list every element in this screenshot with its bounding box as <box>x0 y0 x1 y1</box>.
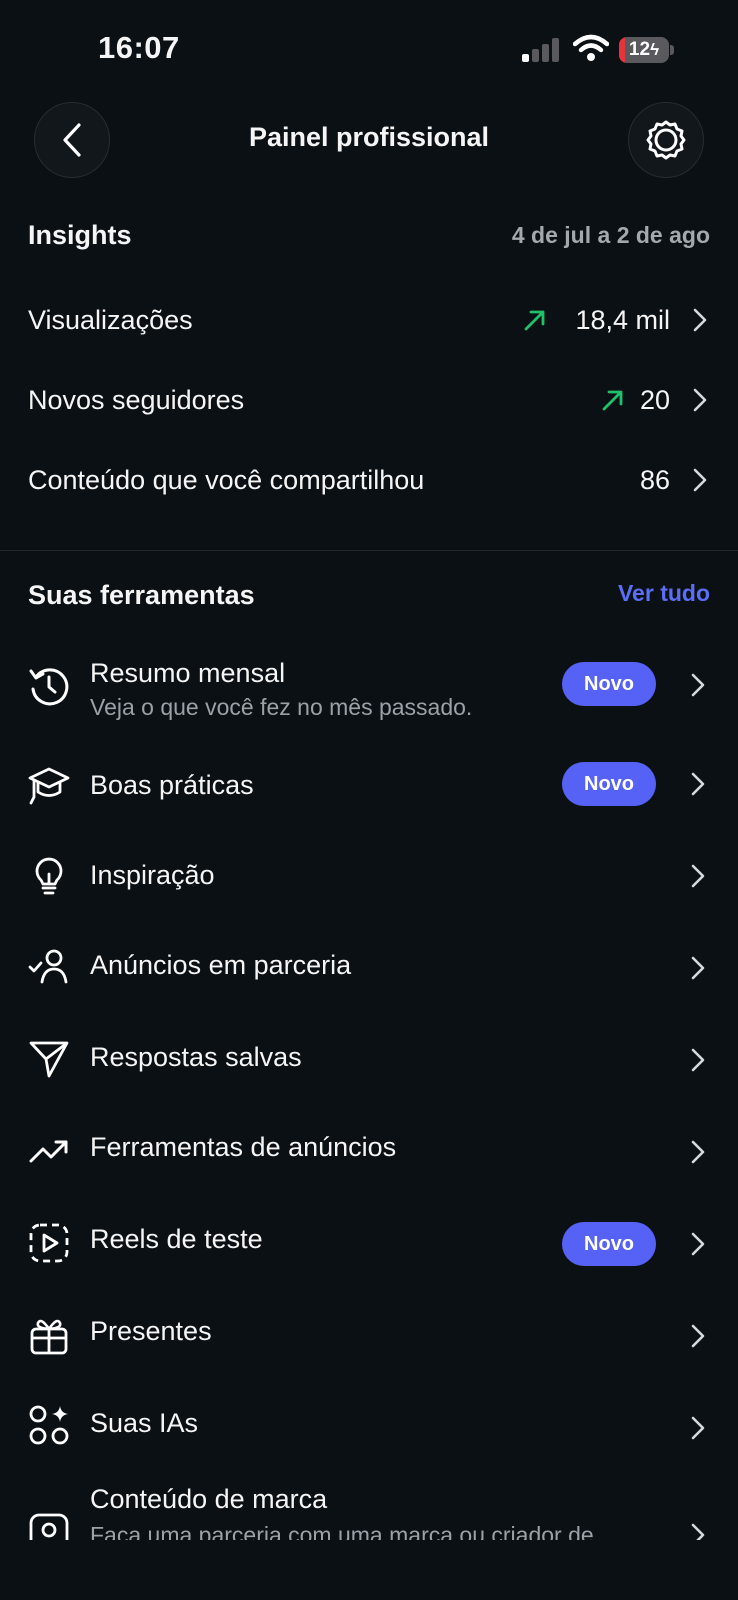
tool-subtitle: Veja o que você fez no mês passado. <box>90 694 473 720</box>
tool-label: Anúncios em parceria <box>90 950 352 980</box>
tool-saved-replies[interactable]: Respostas salvas <box>0 1014 738 1106</box>
chevron-right-icon <box>691 1324 705 1348</box>
trend-up-arrow-icon <box>524 310 545 331</box>
chevron-right-icon <box>691 772 705 796</box>
tool-label: Suas IAs <box>90 1408 199 1438</box>
send-icon <box>29 1041 69 1078</box>
tool-label: Presentes <box>90 1316 212 1346</box>
status-time: 16:07 <box>98 30 180 65</box>
insight-row-views[interactable]: Visualizações 18,4 mil <box>0 280 738 360</box>
tool-partnership-ads[interactable]: Anúncios em parceria <box>0 922 738 1014</box>
tool-branded-content[interactable]: Conteúdo de marca Faça uma parceria com … <box>0 1474 738 1540</box>
tool-subtitle: Faça uma parceria com uma marca ou criad… <box>90 1522 594 1540</box>
battery-percent: 12 <box>628 39 651 60</box>
graduation-cap-icon <box>28 767 70 805</box>
insight-value: 86 <box>639 465 670 495</box>
chevron-right-icon <box>691 1416 705 1440</box>
chevron-right-icon <box>691 673 705 697</box>
chevron-right-icon <box>693 308 707 332</box>
bottom-mask <box>0 1540 738 1600</box>
insight-row-content-shared[interactable]: Conteúdo que você compartilhou 86 <box>0 440 738 520</box>
chevron-right-icon <box>691 1232 705 1256</box>
tool-label: Reels de teste <box>90 1224 263 1254</box>
reels-test-icon <box>29 1223 69 1263</box>
insight-label: Novos seguidores <box>28 385 245 415</box>
history-icon <box>29 668 69 706</box>
tool-label: Ferramentas de anúncios <box>90 1132 397 1162</box>
section-divider <box>0 550 738 551</box>
tool-gifts[interactable]: Presentes <box>0 1290 738 1382</box>
insight-row-new-followers[interactable]: Novos seguidores 20 <box>0 360 738 440</box>
chevron-right-icon <box>691 1523 705 1540</box>
tool-label: Respostas salvas <box>90 1042 302 1072</box>
insight-label: Conteúdo que você compartilhou <box>28 465 425 495</box>
tool-ad-tools[interactable]: Ferramentas de anúncios <box>0 1106 738 1198</box>
tool-label: Conteúdo de marca <box>90 1484 328 1514</box>
settings-button[interactable] <box>628 102 704 178</box>
insight-label: Visualizações <box>28 305 193 335</box>
chevron-right-icon <box>691 1048 705 1072</box>
wifi-icon <box>573 34 609 61</box>
trend-up-arrow-icon <box>602 390 623 411</box>
person-check-icon <box>28 949 68 984</box>
new-badge: Novo <box>562 1222 656 1266</box>
insight-value: 18,4 mil <box>575 305 670 335</box>
battery-icon: 12ϟ <box>619 37 674 63</box>
status-bar: 16:07 12ϟ <box>0 0 738 90</box>
ai-sparkle-icon <box>29 1405 69 1445</box>
tools-title: Suas ferramentas <box>28 580 255 610</box>
branded-content-icon <box>29 1513 69 1540</box>
tool-your-ais[interactable]: Suas IAs <box>0 1382 738 1474</box>
insights-date-range: 4 de jul a 2 de ago <box>511 222 710 248</box>
tool-trial-reels[interactable]: Reels de teste Novo <box>0 1198 738 1290</box>
chevron-right-icon <box>691 956 705 980</box>
tool-best-practices[interactable]: Boas práticas Novo <box>0 738 738 830</box>
lightbulb-icon <box>35 857 63 895</box>
tool-inspiration[interactable]: Inspiração <box>0 830 738 922</box>
trend-up-icon <box>29 1140 68 1163</box>
chevron-right-icon <box>693 468 707 492</box>
tool-label: Boas práticas <box>90 770 254 800</box>
tool-label: Resumo mensal <box>90 658 286 688</box>
see-all-link[interactable]: Ver tudo <box>618 580 710 607</box>
chevron-right-icon <box>691 864 705 888</box>
gift-icon <box>30 1319 68 1355</box>
insight-value: 20 <box>639 385 670 415</box>
insights-title: Insights <box>28 220 132 250</box>
cellular-signal-icon <box>522 38 559 62</box>
chevron-right-icon <box>693 388 707 412</box>
gear-icon <box>646 120 686 160</box>
tool-label: Inspiração <box>90 860 215 890</box>
chevron-right-icon <box>691 1140 705 1164</box>
new-badge: Novo <box>562 662 656 706</box>
new-badge: Novo <box>562 762 656 806</box>
tool-monthly-summary[interactable]: Resumo mensal Veja o que você fez no mês… <box>0 640 738 750</box>
